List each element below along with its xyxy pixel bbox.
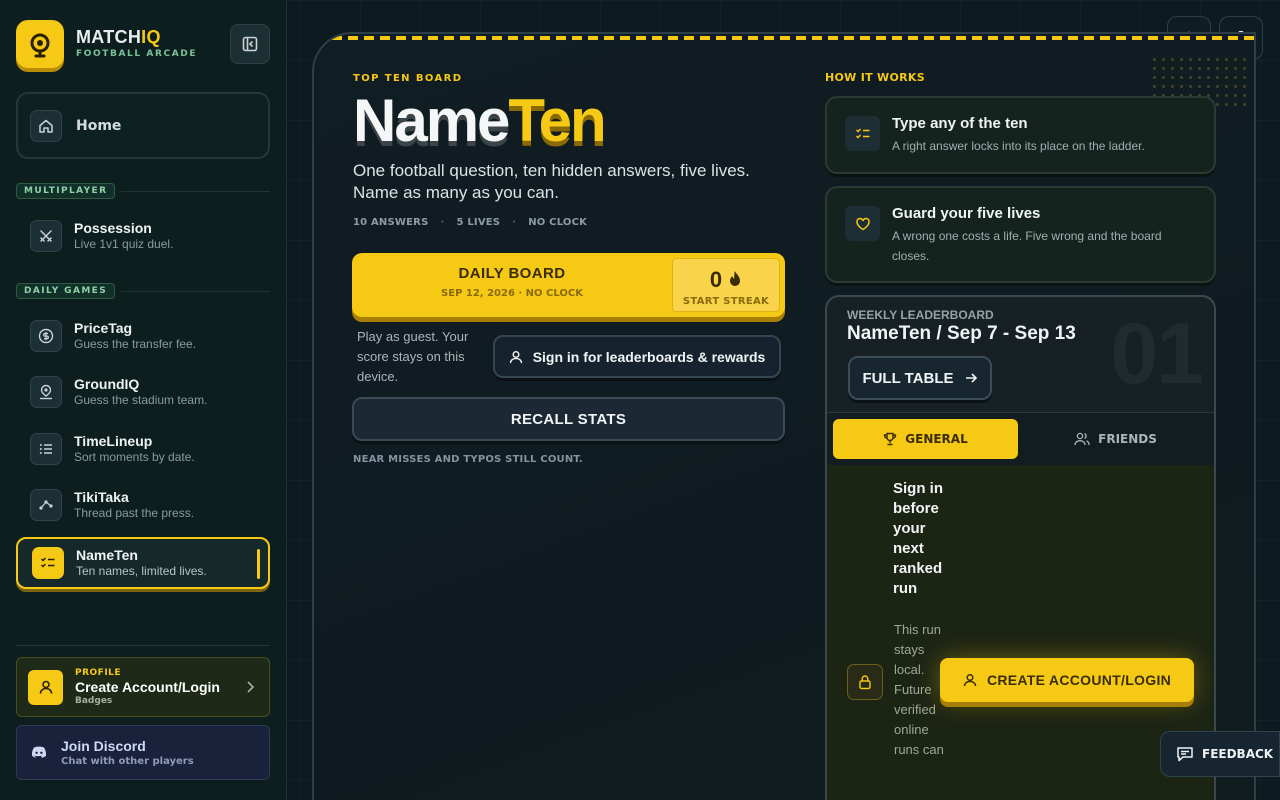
sidebar-divider bbox=[16, 645, 270, 646]
sidebar: MATCHIQ FOOTBALL ARCADE Home MULTIPLAYER… bbox=[0, 0, 287, 800]
leaderboard-tag: WEEKLY LEADERBOARD bbox=[847, 308, 994, 322]
heart-icon bbox=[845, 206, 880, 241]
daily-board-date: SEP 12, 2026 · NO CLOCK bbox=[441, 288, 583, 299]
arrow-right-icon bbox=[965, 373, 977, 383]
discord-button[interactable]: Join Discord Chat with other players bbox=[16, 725, 270, 780]
user-icon bbox=[28, 669, 63, 705]
streak-counter: 0 START STREAK bbox=[672, 258, 780, 312]
page-title: NameTen bbox=[353, 87, 607, 154]
leaderboard-rank-watermark: 01 bbox=[1110, 306, 1204, 402]
dashed-border-accent bbox=[332, 36, 1254, 40]
signin-heading: Sign in before your next ranked run bbox=[893, 480, 943, 597]
board-eyebrow: TOP TEN BOARD bbox=[353, 73, 463, 84]
guest-note: Play as guest. Your score stays on this … bbox=[357, 329, 469, 384]
signin-leaderboards-button[interactable]: Sign in for leaderboards & rewards bbox=[493, 335, 781, 378]
recall-stats-button[interactable]: RECALL STATS bbox=[352, 397, 785, 441]
home-label: Home bbox=[76, 117, 122, 134]
stadium-pin-icon bbox=[30, 376, 62, 408]
leaderboard-tabs: GENERAL FRIENDS bbox=[827, 413, 1214, 465]
tab-general[interactable]: GENERAL bbox=[833, 419, 1018, 459]
list-icon bbox=[30, 433, 62, 465]
dollar-icon bbox=[30, 320, 62, 352]
lock-icon bbox=[847, 664, 883, 700]
how-it-works-card: Type any of the ten A right answer locks… bbox=[825, 96, 1216, 174]
active-indicator bbox=[257, 549, 260, 579]
checklist-icon bbox=[32, 547, 64, 579]
checklist-icon bbox=[845, 116, 880, 151]
chevron-right-icon bbox=[247, 681, 255, 693]
sidebar-item-possession[interactable]: Possession Live 1v1 quiz duel. bbox=[16, 210, 270, 262]
profile-button[interactable]: PROFILE Create Account/Login Badges bbox=[16, 657, 270, 717]
logo-icon[interactable] bbox=[16, 20, 64, 68]
user-icon bbox=[963, 673, 977, 687]
how-it-works-card: Guard your five lives A wrong one costs … bbox=[825, 186, 1216, 283]
brand-tagline: FOOTBALL ARCADE bbox=[76, 49, 198, 59]
sidebar-collapse-icon bbox=[242, 36, 258, 52]
user-icon bbox=[509, 350, 522, 363]
section-daily-games: DAILY GAMES bbox=[16, 283, 270, 299]
typo-note: NEAR MISSES AND TYPOS STILL COUNT. bbox=[353, 454, 583, 465]
tab-friends[interactable]: FRIENDS bbox=[1023, 419, 1208, 459]
flame-icon bbox=[730, 271, 741, 286]
swords-icon bbox=[30, 220, 62, 252]
discord-icon bbox=[31, 746, 47, 758]
sidebar-item-pricetag[interactable]: PriceTag Guess the transfer fee. bbox=[16, 310, 270, 362]
sidebar-item-timelineup[interactable]: TimeLineup Sort moments by date. bbox=[16, 423, 270, 475]
users-icon bbox=[1074, 432, 1090, 446]
how-it-works-title: HOW IT WORKS bbox=[825, 71, 925, 84]
brand-name: MATCHIQ bbox=[76, 27, 161, 47]
feedback-button[interactable]: FEEDBACK bbox=[1160, 731, 1280, 777]
leaderboard-title: NameTen / Sep 7 - Sep 13 bbox=[847, 323, 1076, 344]
game-description: One football question, ten hidden answer… bbox=[353, 161, 750, 202]
game-meta: 10 ANSWERS · 5 LIVES · NO CLOCK bbox=[353, 217, 588, 228]
create-account-button[interactable]: CREATE ACCOUNT/LOGIN bbox=[940, 658, 1194, 702]
section-multiplayer: MULTIPLAYER bbox=[16, 183, 270, 199]
feedback-icon bbox=[1177, 747, 1193, 762]
home-icon bbox=[30, 109, 62, 142]
full-table-button[interactable]: FULL TABLE bbox=[848, 356, 992, 400]
pass-route-icon bbox=[30, 489, 62, 521]
signin-prompt: Sign in before your next ranked run This… bbox=[827, 465, 1214, 800]
sidebar-item-groundiq[interactable]: GroundIQ Guess the stadium team. bbox=[16, 366, 270, 418]
sidebar-item-nameten[interactable]: NameTen Ten names, limited lives. bbox=[16, 537, 270, 589]
trophy-icon bbox=[884, 432, 897, 446]
collapse-sidebar-button[interactable] bbox=[230, 24, 270, 64]
daily-board-button[interactable]: DAILY BOARD SEP 12, 2026 · NO CLOCK 0 ST… bbox=[352, 253, 785, 317]
sidebar-item-tikitaka[interactable]: TikiTaka Thread past the press. bbox=[16, 479, 270, 531]
daily-board-title: DAILY BOARD bbox=[458, 265, 566, 282]
sidebar-item-home[interactable]: Home bbox=[16, 92, 270, 159]
weekly-leaderboard: 01 WEEKLY LEADERBOARD NameTen / Sep 7 - … bbox=[825, 295, 1216, 800]
